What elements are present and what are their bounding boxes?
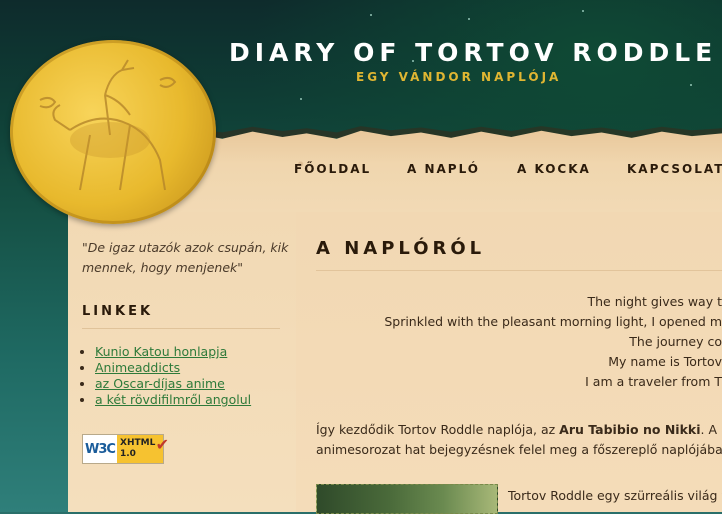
paragraph-line: Így kezdődik Tortov Roddle naplója, az A… [316, 420, 722, 440]
poem-block: The night gives way t Sprinkled with the… [384, 292, 722, 392]
sidebar-quote: "De igaz utazók azok csupán, kik mennek,… [82, 238, 292, 278]
poem-line: I am a traveler from T [384, 372, 722, 392]
text-span: Így kezdődik Tortov Roddle naplója, az [316, 422, 559, 437]
w3c-xhtml-badge[interactable]: W3C XHTML 1.0 ✔ [82, 434, 164, 464]
gold-coin-logo [10, 40, 216, 224]
site-subtitle: EGY VÁNDOR NAPLÓJA [356, 70, 561, 84]
xhtml-label: XHTML 1.0 ✔ [117, 435, 163, 463]
poem-line: The night gives way t [384, 292, 722, 312]
poem-line: Sprinkled with the pleasant morning ligh… [384, 312, 722, 332]
deer-figure-icon [10, 40, 216, 224]
intro-paragraph: Így kezdődik Tortov Roddle naplója, az A… [316, 420, 722, 460]
anime-title: Aru Tabibio no Nikki [559, 422, 700, 437]
text-span: . A hatr [701, 422, 722, 437]
nav-item-contact[interactable]: KAPCSOLAT [627, 162, 722, 176]
poem-line: My name is Tortov [384, 352, 722, 372]
star-decoration [582, 10, 584, 12]
star-decoration [468, 18, 470, 20]
divider [316, 270, 722, 271]
quote-line: "De igaz utazók azok csupán, kik [82, 238, 292, 258]
star-decoration [690, 84, 692, 86]
page-title: A NAPLÓRÓL [316, 238, 485, 259]
star-decoration [370, 14, 372, 16]
site-title: DIARY OF TORTOV RODDLE [229, 38, 717, 67]
nav-item-home[interactable]: FŐOLDAL [294, 162, 371, 176]
list-item: a két rövdifilmről angolul [95, 392, 251, 408]
star-decoration [300, 98, 302, 100]
thumbnail-image[interactable] [316, 484, 498, 514]
list-item: Animeaddicts [95, 360, 251, 376]
quote-line: mennek, hogy menjenek" [82, 258, 292, 278]
link-oscar-anime[interactable]: az Oscar-díjas anime [95, 376, 225, 391]
link-animeaddicts[interactable]: Animeaddicts [95, 360, 180, 375]
link-short-films[interactable]: a két rövdifilmről angolul [95, 392, 251, 407]
links-list: Kunio Katou honlapja Animeaddicts az Osc… [78, 344, 251, 408]
link-kunio-katou[interactable]: Kunio Katou honlapja [95, 344, 227, 359]
checkmark-icon: ✔ [156, 439, 169, 450]
list-item: az Oscar-díjas anime [95, 376, 251, 392]
poem-line: The journey co [384, 332, 722, 352]
paragraph-line: animesorozat hat bejegyzésnek felel meg … [316, 440, 722, 460]
nav-item-diary[interactable]: A NAPLÓ [407, 162, 480, 176]
thumbnail-caption: Tortov Roddle egy szürreális világ vá [508, 486, 722, 506]
list-item: Kunio Katou honlapja [95, 344, 251, 360]
nav-item-cube[interactable]: A KOCKA [517, 162, 591, 176]
divider [82, 328, 280, 329]
w3c-logo: W3C [83, 435, 117, 463]
links-heading: LINKEK [82, 304, 153, 319]
